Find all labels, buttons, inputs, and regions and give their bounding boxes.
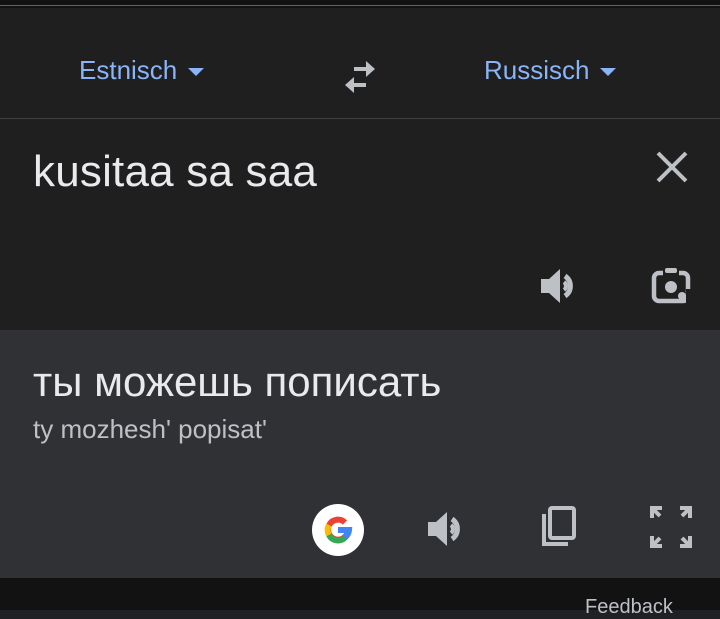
speaker-icon <box>428 512 460 546</box>
target-language-label: Russisch <box>484 54 590 85</box>
fullscreen-button[interactable] <box>648 504 694 550</box>
chevron-down-icon <box>188 68 205 76</box>
camera-lens-icon <box>651 268 692 304</box>
clear-button[interactable] <box>650 145 694 189</box>
top-strip <box>0 0 720 8</box>
source-listen-button[interactable] <box>538 263 584 309</box>
google-search-button[interactable] <box>312 504 364 556</box>
swap-arrows-icon <box>345 61 375 93</box>
copy-icon <box>542 506 576 546</box>
speaker-icon <box>541 269 573 303</box>
top-divider <box>0 5 720 6</box>
footer: Feedback <box>0 578 720 618</box>
source-panel[interactable]: kusitaa sa saa <box>0 119 720 330</box>
source-language-button[interactable]: Estnisch <box>79 52 205 88</box>
google-logo-icon <box>324 516 353 544</box>
copy-translation-button[interactable] <box>536 504 582 550</box>
transliteration-text: ty mozhesh' popisat' <box>33 414 267 444</box>
feedback-link[interactable]: Feedback <box>585 596 673 619</box>
target-language-button[interactable]: Russisch <box>484 52 617 88</box>
close-icon <box>656 151 688 183</box>
chevron-down-icon <box>600 68 617 76</box>
swap-languages-button[interactable] <box>336 57 384 97</box>
language-bar: Estnisch Russisch <box>0 8 720 118</box>
source-text-input[interactable]: kusitaa sa saa <box>33 147 317 197</box>
translation-text: ты можешь пописать <box>33 358 442 405</box>
source-lens-button[interactable] <box>648 263 694 309</box>
source-language-label: Estnisch <box>79 54 178 85</box>
result-panel: ты можешь пописать ty mozhesh' popisat' <box>0 330 720 578</box>
fullscreen-icon <box>650 506 692 548</box>
translation-listen-button[interactable] <box>425 506 471 552</box>
